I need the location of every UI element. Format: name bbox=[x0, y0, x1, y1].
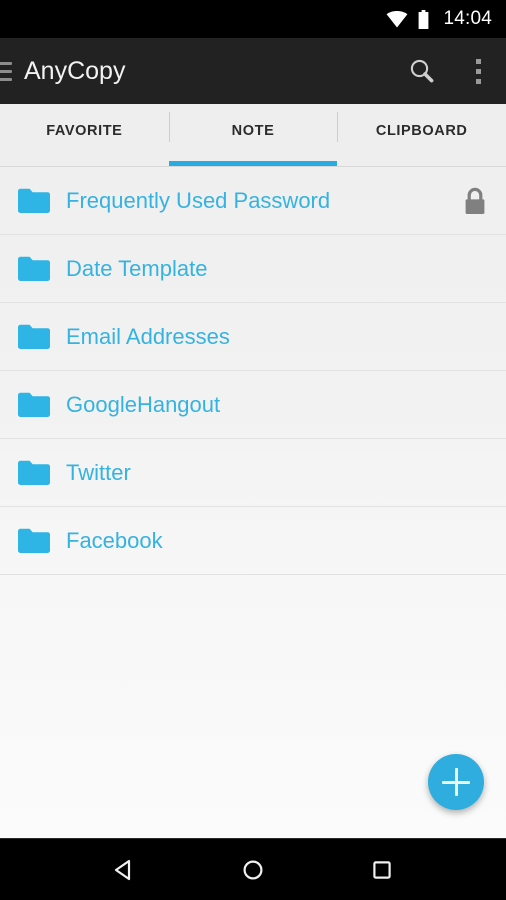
list-item[interactable]: Twitter bbox=[0, 439, 506, 507]
home-button[interactable] bbox=[223, 839, 283, 900]
back-button[interactable] bbox=[94, 839, 154, 900]
folder-icon bbox=[18, 528, 50, 553]
search-button[interactable] bbox=[394, 38, 450, 104]
tab-label: NOTE bbox=[231, 123, 275, 139]
list-item-label: GoogleHangout bbox=[66, 391, 221, 417]
status-bar-clock: 14:04 bbox=[443, 8, 492, 29]
lock-icon bbox=[465, 187, 485, 214]
status-bar: 14:04 bbox=[0, 0, 506, 38]
list-item-label: Email Addresses bbox=[66, 323, 230, 349]
tab-label: CLIPBOARD bbox=[375, 123, 468, 139]
status-bar-icons: 14:04 bbox=[386, 8, 492, 30]
recents-square-icon bbox=[372, 860, 391, 879]
tab-label: FAVORITE bbox=[46, 123, 123, 139]
folder-icon bbox=[18, 324, 50, 349]
search-icon bbox=[410, 59, 434, 83]
list-item[interactable]: Facebook bbox=[0, 507, 506, 575]
list-item[interactable]: Email Addresses bbox=[0, 303, 506, 371]
system-navigation-bar bbox=[0, 838, 506, 900]
tab-clipboard[interactable]: CLIPBOARD bbox=[337, 104, 506, 166]
plus-icon-vertical bbox=[454, 768, 458, 796]
tab-favorite[interactable]: FAVORITE bbox=[0, 104, 169, 166]
hamburger-menu-icon[interactable] bbox=[0, 38, 12, 104]
wifi-icon bbox=[387, 10, 408, 27]
add-button[interactable] bbox=[428, 754, 484, 810]
active-tab-indicator bbox=[168, 161, 338, 166]
folder-icon bbox=[18, 188, 50, 213]
app-toolbar: AnyCopy bbox=[0, 38, 506, 104]
folder-list: Frequently Used Password Date Template E… bbox=[0, 167, 506, 575]
app-screen: 14:04 AnyCopy FAVORITE NOTE CLIPBOARD Fr… bbox=[0, 0, 506, 900]
folder-icon bbox=[18, 392, 50, 417]
list-item-label: Twitter bbox=[66, 459, 131, 485]
overflow-menu-button[interactable] bbox=[450, 38, 506, 104]
back-triangle-icon bbox=[115, 859, 131, 880]
list-item-label: Date Template bbox=[66, 255, 208, 281]
list-item[interactable]: Frequently Used Password bbox=[0, 167, 506, 235]
tab-bar: FAVORITE NOTE CLIPBOARD bbox=[0, 104, 506, 167]
home-circle-icon bbox=[243, 860, 263, 879]
battery-icon bbox=[419, 9, 429, 29]
list-item-label: Facebook bbox=[66, 527, 163, 553]
list-item[interactable]: GoogleHangout bbox=[0, 371, 506, 439]
tab-note[interactable]: NOTE bbox=[168, 104, 338, 166]
folder-icon bbox=[18, 460, 50, 485]
recents-button[interactable] bbox=[352, 839, 412, 900]
list-item-label: Frequently Used Password bbox=[66, 187, 331, 213]
list-item[interactable]: Date Template bbox=[0, 235, 506, 303]
overflow-menu-icon bbox=[475, 58, 481, 84]
folder-icon bbox=[18, 256, 50, 281]
page-title: AnyCopy bbox=[24, 56, 126, 85]
